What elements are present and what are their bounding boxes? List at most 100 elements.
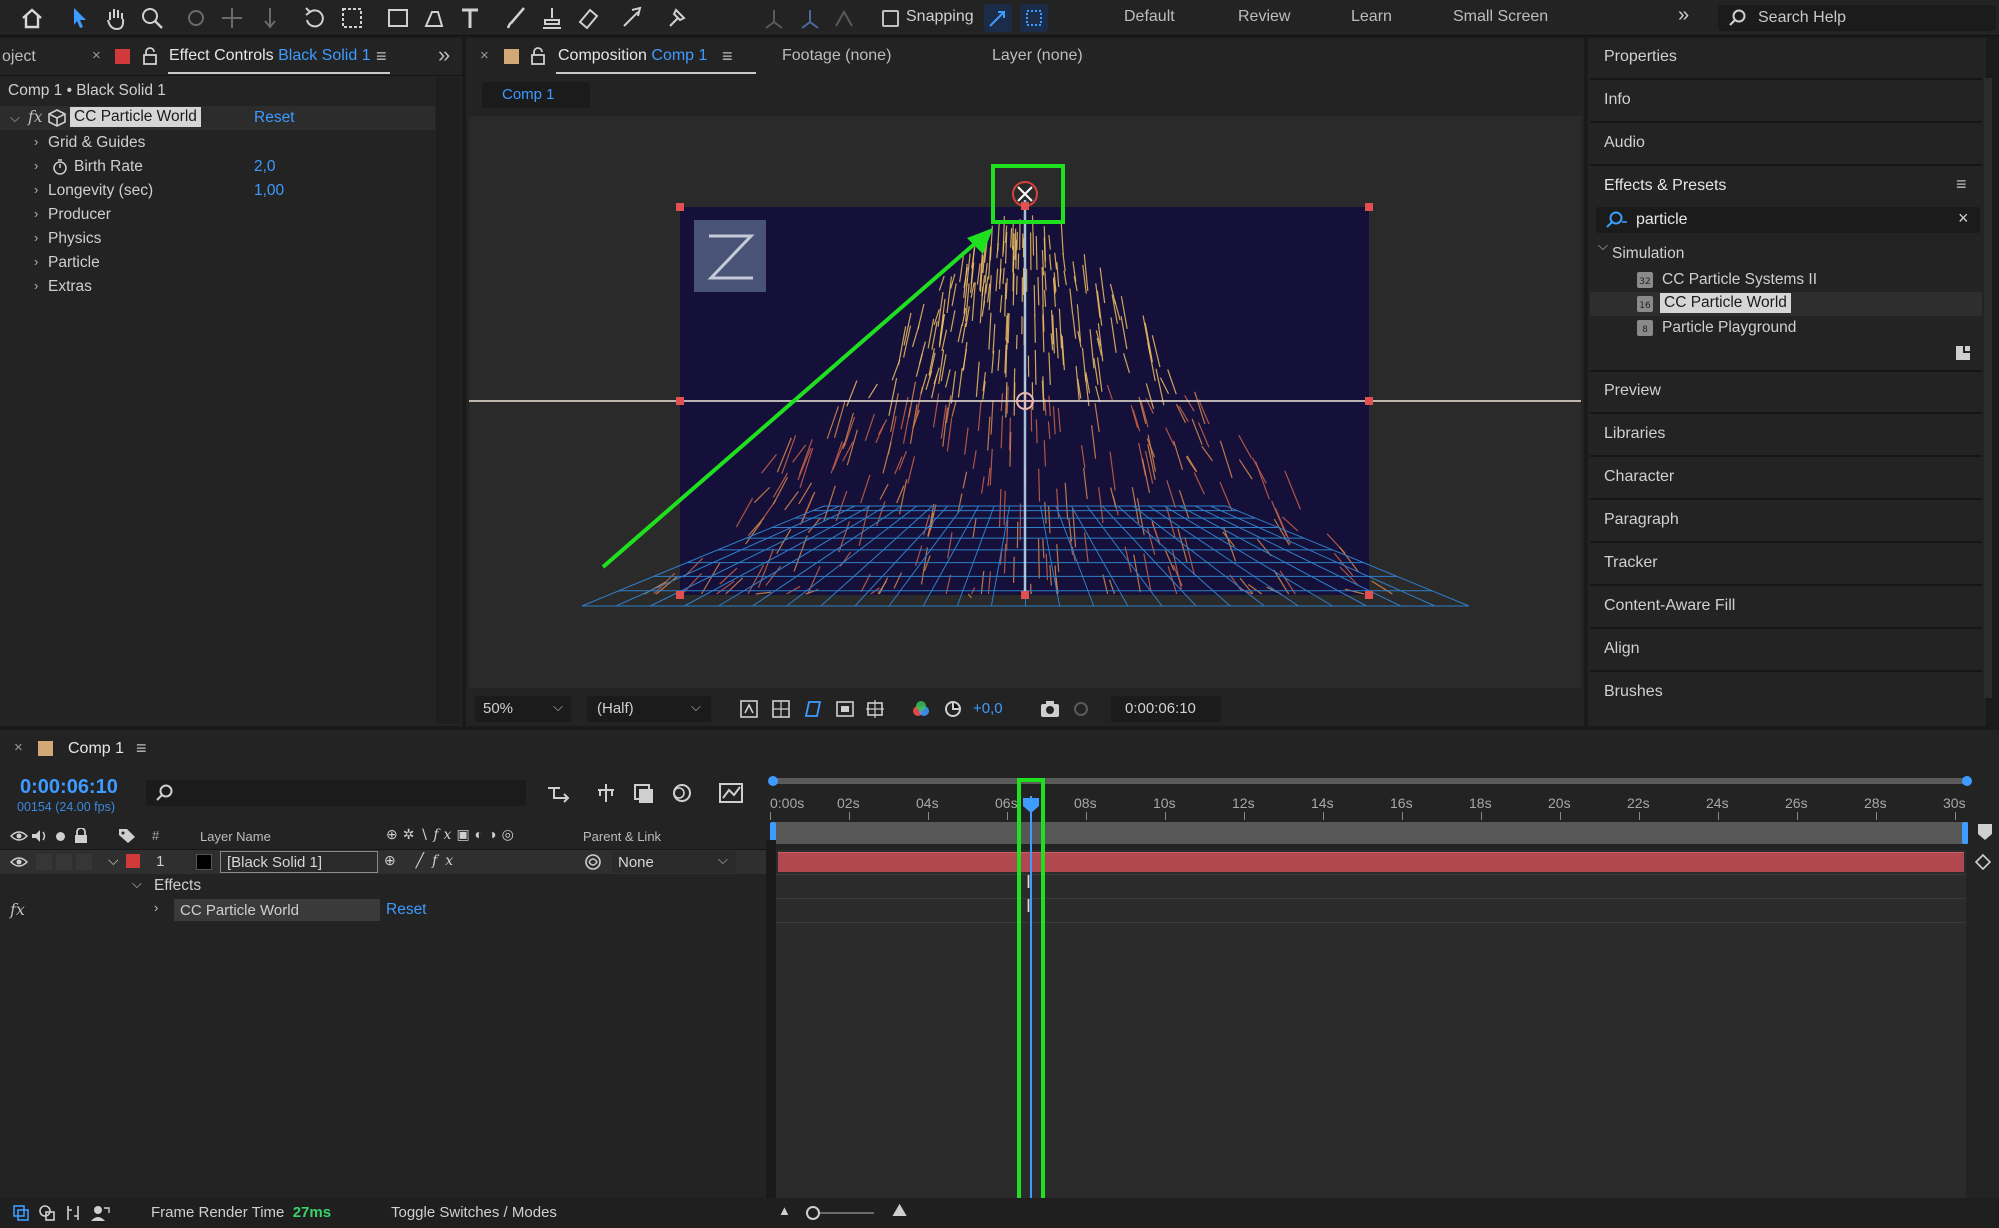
eraser-tool-icon[interactable] xyxy=(574,4,602,32)
motion-blur-icon[interactable] xyxy=(670,782,694,804)
property-row-birth-rate[interactable]: › Birth Rate 2,0 xyxy=(0,155,435,179)
panel-tracker[interactable]: Tracker xyxy=(1604,554,1658,572)
effects-search-field[interactable]: particle × xyxy=(1596,207,1980,233)
panel-preview[interactable]: Preview xyxy=(1604,382,1661,400)
fx-icon[interactable]: fx xyxy=(28,108,42,126)
puppet-pin-icon[interactable] xyxy=(662,4,690,32)
work-area-bar[interactable] xyxy=(770,778,1970,784)
pan-tool-icon[interactable] xyxy=(218,4,246,32)
workspace-default[interactable]: Default xyxy=(1124,8,1175,26)
layer-label-color[interactable] xyxy=(126,854,140,868)
close-icon[interactable]: × xyxy=(480,47,489,64)
comp-chip[interactable]: Comp 1 xyxy=(482,82,590,108)
close-icon[interactable]: × xyxy=(14,739,23,756)
panel-content-aware-fill[interactable]: Content-Aware Fill xyxy=(1604,597,1735,615)
pick-whip-icon[interactable] xyxy=(584,853,602,871)
layer-switches[interactable]: ⊕ ╱fx xyxy=(384,852,554,872)
audio-switch[interactable] xyxy=(36,854,52,870)
render-queue-icon[interactable] xyxy=(38,1204,56,1222)
fast-preview-icon[interactable] xyxy=(739,699,759,719)
layer-handle[interactable] xyxy=(1365,397,1373,405)
chevron-right-icon[interactable]: › xyxy=(34,230,38,245)
roto-brush-icon[interactable] xyxy=(618,4,646,32)
effects-group-row[interactable]: ⌵ Effects xyxy=(0,874,766,898)
lock-icon[interactable] xyxy=(530,47,546,65)
column-layer-name[interactable]: Layer Name xyxy=(200,829,271,844)
composition-tab[interactable]: Composition Comp 1 xyxy=(558,47,707,65)
panel-brushes[interactable]: Brushes xyxy=(1604,683,1663,701)
draft-3d-icon[interactable] xyxy=(594,782,618,804)
chevron-right-icon[interactable]: › xyxy=(34,182,38,197)
close-icon[interactable]: × xyxy=(92,47,101,64)
layer-panel-toggle-icon[interactable] xyxy=(12,1204,30,1222)
panel-menu-icon[interactable]: ≡ xyxy=(376,46,387,67)
rectangle-tool-icon[interactable] xyxy=(384,4,412,32)
exposure-value[interactable]: +0,0 xyxy=(973,700,1003,717)
panel-menu-icon[interactable]: ≡ xyxy=(722,46,733,67)
pane-divider[interactable] xyxy=(766,840,776,1198)
effect-reset-link[interactable]: Reset xyxy=(386,901,427,919)
comp-canvas[interactable] xyxy=(469,116,1581,688)
new-preset-icon[interactable] xyxy=(1954,344,1972,362)
current-time-display[interactable]: 0:00:06:10 xyxy=(20,776,118,799)
pen-tool-icon[interactable] xyxy=(420,4,448,32)
comp-marker-bin-icon[interactable] xyxy=(1976,822,1994,842)
property-row-physics[interactable]: › Physics xyxy=(0,227,435,251)
track-area[interactable] xyxy=(776,850,1966,1198)
panel-menu-icon[interactable]: ≡ xyxy=(1956,174,1967,195)
layer-row[interactable]: ⌵ 1 [Black Solid 1] ⊕ ╱fx None ⌵ xyxy=(0,850,766,874)
show-snapshot-icon[interactable] xyxy=(1071,699,1091,719)
chevron-right-icon[interactable]: › xyxy=(154,900,158,915)
layer-handle[interactable] xyxy=(1021,202,1029,210)
fx-icon[interactable]: fx xyxy=(10,900,25,919)
snap-edges-icon[interactable] xyxy=(984,4,1012,32)
property-row-longevity[interactable]: › Longevity (sec) 1,00 xyxy=(0,179,435,203)
column-parent-link[interactable]: Parent & Link xyxy=(583,829,661,844)
eye-icon[interactable] xyxy=(10,830,28,842)
brush-tool-icon[interactable] xyxy=(502,4,530,32)
workspace-review[interactable]: Review xyxy=(1238,8,1290,26)
category-simulation[interactable]: Simulation xyxy=(1612,245,1684,263)
scrollbar[interactable] xyxy=(1984,78,1992,698)
region-of-interest-icon[interactable] xyxy=(835,699,855,719)
work-area-end-handle[interactable] xyxy=(1962,776,1972,786)
chevron-right-icon[interactable]: › xyxy=(34,254,38,269)
snap-features-icon[interactable] xyxy=(1020,4,1048,32)
chevron-right-icon[interactable]: › xyxy=(34,278,38,293)
birth-rate-value[interactable]: 2,0 xyxy=(254,158,276,176)
clone-stamp-icon[interactable] xyxy=(538,4,566,32)
transfer-controls-icon[interactable] xyxy=(64,1204,82,1222)
search-help-field[interactable]: Search Help xyxy=(1718,5,1996,31)
layer-keyframe-nav-icon[interactable] xyxy=(1972,852,1994,872)
timeline-comp-tab[interactable]: Comp 1 xyxy=(68,740,124,758)
effect-item[interactable]: 8 Particle Playground xyxy=(1636,316,1976,340)
work-area-start-handle[interactable] xyxy=(768,776,778,786)
dolly-tool-icon[interactable] xyxy=(256,4,284,32)
effect-controls-tab-title[interactable]: Effect Controls Black Solid 1 xyxy=(169,47,371,65)
guides-icon[interactable] xyxy=(865,699,885,719)
panel-menu-icon[interactable]: ≡ xyxy=(136,738,147,759)
chevron-down-icon[interactable]: ⌵ xyxy=(10,110,20,126)
lock-switch[interactable] xyxy=(76,854,92,870)
time-navigator-bar[interactable] xyxy=(772,822,1968,844)
navigator-end-handle[interactable] xyxy=(1962,822,1968,844)
footage-tab[interactable]: Footage (none) xyxy=(782,47,891,65)
speaker-icon[interactable] xyxy=(30,829,48,843)
color-channels-icon[interactable] xyxy=(911,699,931,719)
graph-editor-icon[interactable] xyxy=(718,782,744,804)
workspace-overflow-icon[interactable]: » xyxy=(1678,4,1689,27)
orbit-tool-icon[interactable] xyxy=(182,4,210,32)
solo-switch[interactable] xyxy=(56,854,72,870)
zoom-tool-icon[interactable] xyxy=(138,4,166,32)
resolution-dropdown[interactable]: (Half) ⌵ xyxy=(587,696,711,722)
project-tab[interactable]: oject xyxy=(2,48,36,66)
transparency-grid-icon[interactable] xyxy=(771,699,791,719)
panel-overflow-icon[interactable]: » xyxy=(438,42,450,68)
hand-tool-icon[interactable] xyxy=(102,4,130,32)
effect-name-field[interactable]: CC Particle World xyxy=(174,899,380,921)
workspace-small-screen[interactable]: Small Screen xyxy=(1453,8,1548,26)
frame-blending-icon[interactable] xyxy=(632,782,656,804)
chevron-down-icon[interactable]: ⌵ xyxy=(108,852,119,869)
eye-icon[interactable] xyxy=(10,856,28,868)
viewer-timecode[interactable]: 0:00:06:10 xyxy=(1111,696,1221,722)
